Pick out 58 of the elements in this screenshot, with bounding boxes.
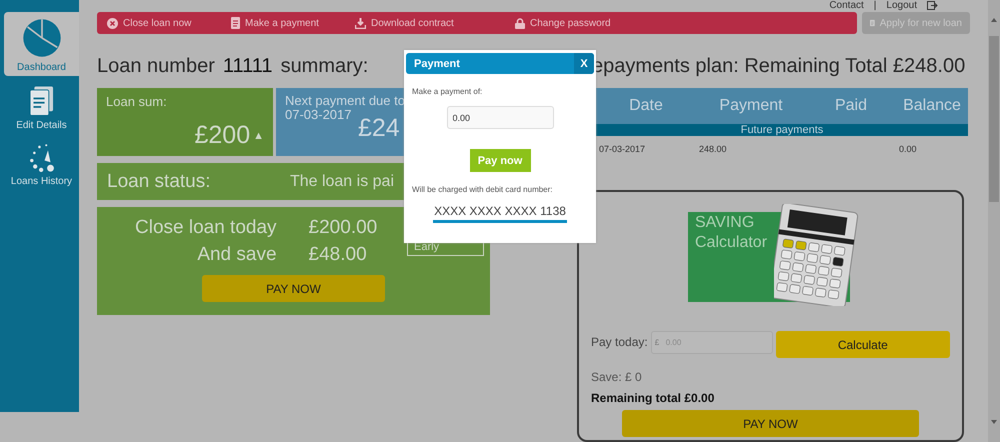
calculate-button[interactable]: Calculate — [776, 331, 950, 358]
remaining-total: Remaining total £0.00 — [591, 391, 716, 405]
card-number: XXXX XXXX XXXX 1138 — [433, 204, 567, 223]
pie-chart-icon — [22, 18, 62, 58]
document-icon — [28, 86, 54, 116]
currency-symbol: £ — [654, 338, 660, 346]
group-row: Future payments — [596, 124, 968, 136]
action-link[interactable]: Download contract — [355, 18, 515, 28]
tile-label: Loan sum: — [106, 94, 168, 109]
page-title: summary: — [280, 54, 368, 78]
plan-title: epayments plan: Remaining Total £248.00 — [592, 54, 966, 78]
loan-number: 11111 — [222, 54, 273, 78]
offer-label: Close loan today — [135, 217, 277, 239]
offer-amount: £200.00 — [308, 217, 378, 239]
table-cell-text: 07-03-2017 — [598, 144, 646, 154]
next-payment-amount: £24 — [358, 121, 400, 135]
modal-prompt: Will be charged with debit card number: — [412, 185, 553, 194]
action-link[interactable]: Close loan now — [107, 18, 231, 28]
modal-prompt: Make a payment of: — [412, 87, 482, 96]
close-circle-icon — [107, 18, 118, 28]
table-cell-text: 248.00 — [698, 144, 728, 154]
sidebar-item[interactable]: Edit Details — [4, 80, 79, 134]
column-header: Paid — [834, 97, 868, 115]
sidebar-item[interactable]: Dashboard — [4, 12, 79, 76]
column-header: Payment — [718, 97, 784, 115]
table-cell-text: 0.00 — [898, 144, 918, 154]
status-value: The loan is pai — [290, 172, 394, 190]
action-link[interactable]: Make a payment — [231, 17, 355, 29]
savings-text: Save: £ 0 — [591, 370, 643, 384]
close-button[interactable]: X — [574, 53, 594, 74]
header-link[interactable]: Contact — [829, 0, 864, 12]
tile-label: Next payment due to — [285, 94, 405, 108]
document-icon — [870, 17, 875, 29]
column-header: Balance — [902, 97, 962, 115]
download-icon — [355, 18, 366, 28]
action-link[interactable]: Change password — [515, 18, 639, 28]
banner-text: SAVING — [695, 213, 756, 233]
modal-title: Payment — [413, 58, 461, 70]
separator: | — [874, 0, 876, 12]
dotted-gauge-icon — [27, 144, 56, 172]
field-label: Pay today: — [591, 335, 648, 349]
padlock-icon — [515, 18, 525, 28]
page-title: Loan number — [97, 54, 215, 78]
offer-label: And save — [196, 244, 277, 266]
sidebar-item[interactable]: Loans History — [4, 138, 79, 190]
due-date: 07-03-2017 — [285, 108, 352, 122]
header-link[interactable]: Logout — [886, 0, 917, 12]
banner-text: Calculator — [695, 233, 768, 253]
status-label: Loan status: — [107, 170, 211, 192]
pay-now-button[interactable]: PAY NOW — [622, 410, 919, 437]
amount-field[interactable]: 0.00 — [446, 106, 554, 129]
column-header: Date — [628, 97, 664, 115]
loan-sum-value: £200 — [194, 121, 250, 150]
trend-icon: ▲ — [253, 130, 264, 142]
pay-now-button[interactable]: PAY NOW — [202, 275, 385, 302]
document-icon — [231, 17, 240, 29]
exit-icon — [927, 1, 938, 11]
offer-amount: £48.00 — [308, 244, 368, 266]
